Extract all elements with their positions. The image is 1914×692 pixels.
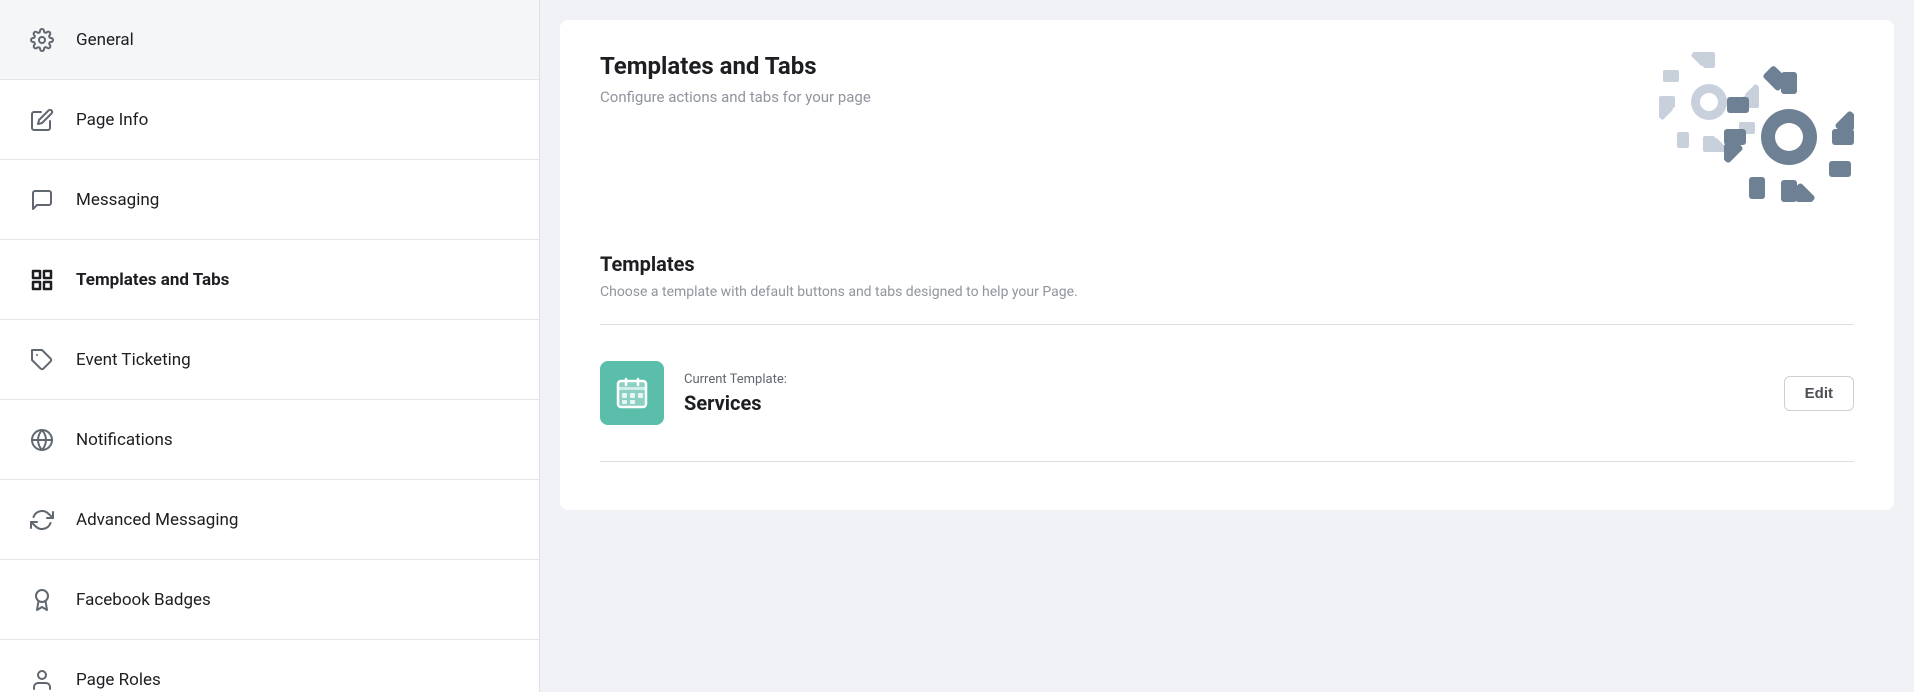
templates-section: Templates Choose a template with default…	[600, 252, 1854, 462]
sidebar-item-label-facebook-badges: Facebook Badges	[76, 590, 211, 610]
sidebar-item-label-page-roles: Page Roles	[76, 670, 161, 690]
page-header: Templates and Tabs Configure actions and…	[600, 52, 1854, 212]
badge-icon	[24, 582, 60, 618]
sidebar-item-page-roles[interactable]: Page Roles	[0, 640, 539, 692]
template-label: Current Template:	[684, 372, 1784, 387]
template-icon	[600, 361, 664, 425]
sidebar-item-facebook-badges[interactable]: Facebook Badges	[0, 560, 539, 640]
sidebar-item-label-page-info: Page Info	[76, 110, 148, 130]
sidebar-item-page-info[interactable]: Page Info	[0, 80, 539, 160]
section-subtitle: Choose a template with default buttons a…	[600, 284, 1854, 300]
sidebar-item-general[interactable]: General	[0, 0, 539, 80]
main-card: Templates and Tabs Configure actions and…	[560, 20, 1894, 510]
calendar-icon	[614, 375, 650, 411]
template-row: Current Template: Services Edit	[600, 341, 1854, 445]
pencil-icon	[24, 102, 60, 138]
header-text: Templates and Tabs Configure actions and…	[600, 52, 871, 106]
sidebar-item-label-notifications: Notifications	[76, 430, 173, 450]
section-title: Templates	[600, 252, 1854, 276]
chat-icon	[24, 182, 60, 218]
grid-icon	[24, 262, 60, 298]
gears-decoration	[1674, 52, 1854, 212]
main-content: Templates and Tabs Configure actions and…	[540, 0, 1914, 692]
sidebar-item-messaging[interactable]: Messaging	[0, 160, 539, 240]
gear-icon	[24, 22, 60, 58]
globe-icon	[24, 422, 60, 458]
edit-button[interactable]: Edit	[1784, 376, 1854, 411]
sidebar-item-label-messaging: Messaging	[76, 190, 159, 210]
sidebar-item-label-general: General	[76, 30, 134, 50]
sidebar-item-advanced-messaging[interactable]: Advanced Messaging	[0, 480, 539, 560]
gear-large-icon	[1724, 62, 1854, 202]
template-info: Current Template: Services	[684, 372, 1784, 415]
sidebar-item-label-templates-tabs: Templates and Tabs	[76, 270, 229, 290]
sidebar-item-templates-tabs[interactable]: Templates and Tabs	[0, 240, 539, 320]
tag-icon	[24, 342, 60, 378]
sidebar-item-label-advanced-messaging: Advanced Messaging	[76, 510, 238, 530]
sidebar-item-notifications[interactable]: Notifications	[0, 400, 539, 480]
template-name: Services	[684, 391, 1784, 415]
page-title: Templates and Tabs	[600, 52, 871, 80]
sidebar-item-event-ticketing[interactable]: Event Ticketing	[0, 320, 539, 400]
page-subtitle: Configure actions and tabs for your page	[600, 88, 871, 106]
refresh-icon	[24, 502, 60, 538]
sidebar: General Page Info Messaging Temp	[0, 0, 540, 692]
person-icon	[24, 662, 60, 692]
sidebar-item-label-event-ticketing: Event Ticketing	[76, 350, 191, 370]
divider-bottom	[600, 461, 1854, 462]
divider-top	[600, 324, 1854, 325]
